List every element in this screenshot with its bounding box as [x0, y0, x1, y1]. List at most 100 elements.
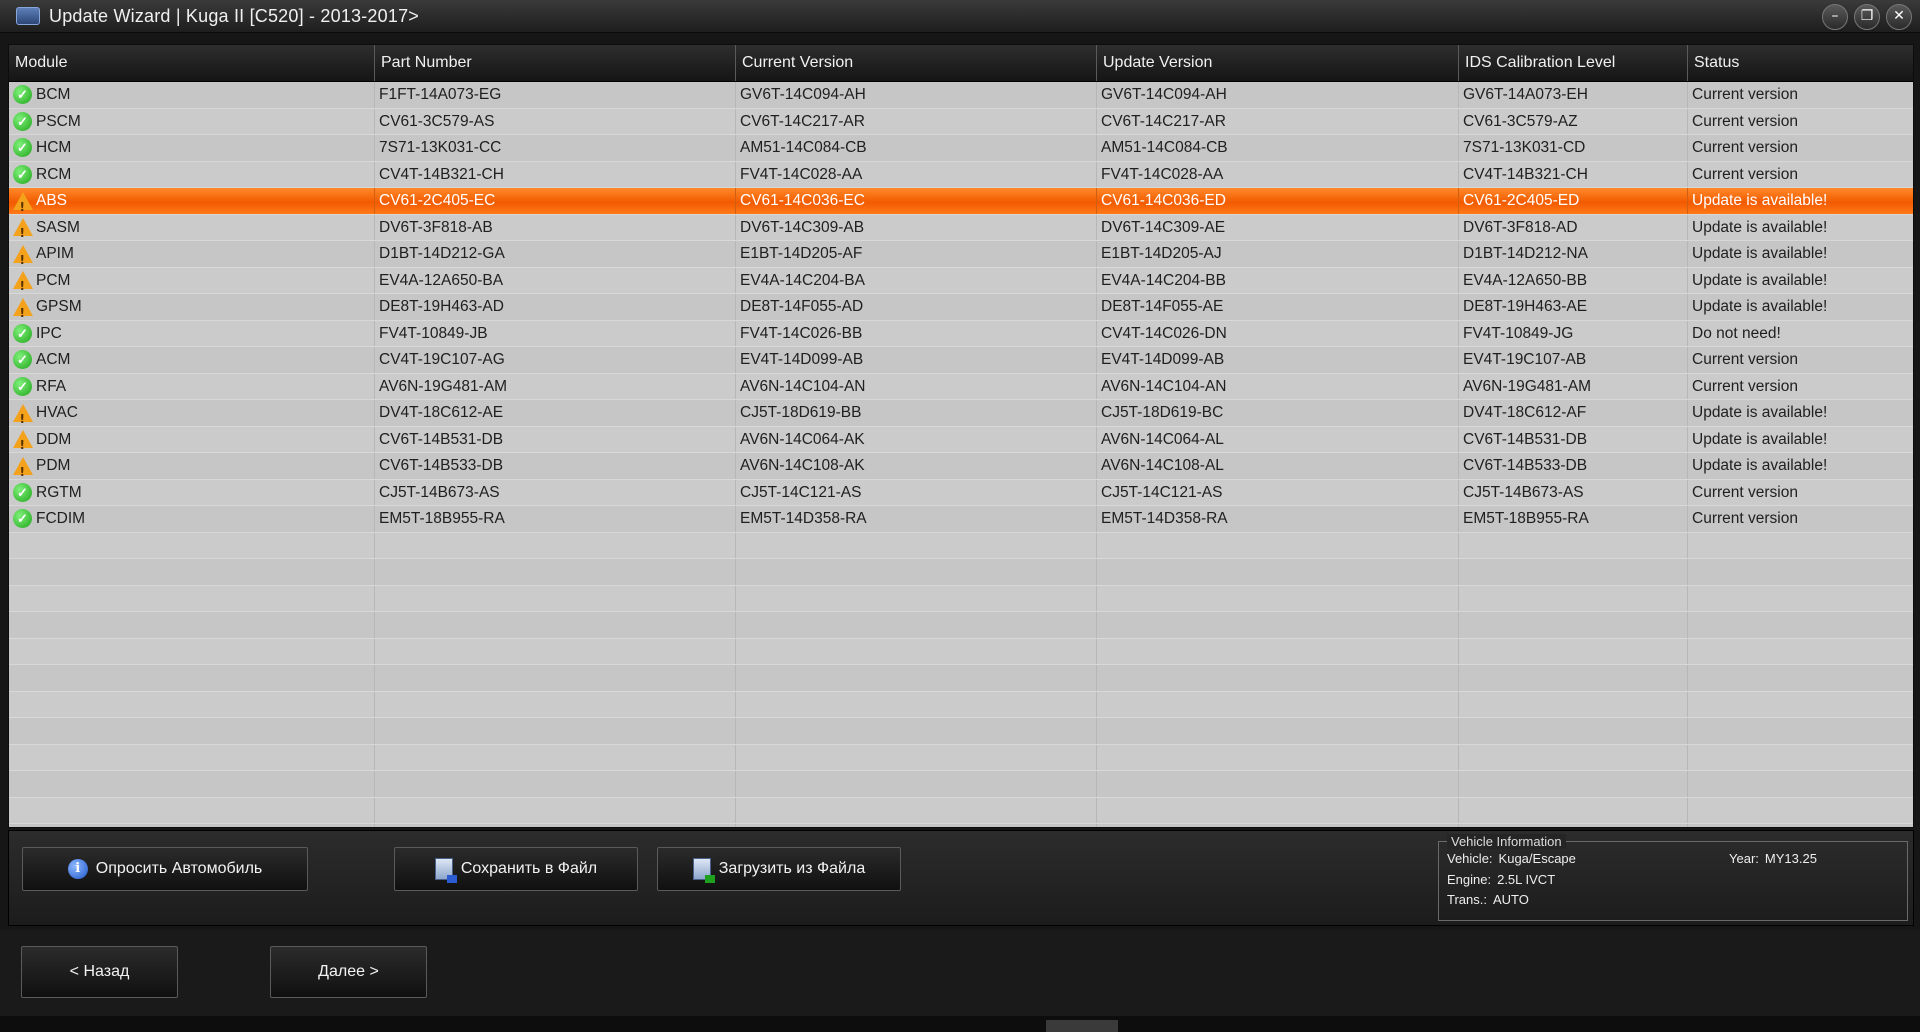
empty-row [9, 824, 1913, 827]
status-cell: Current version [1692, 165, 1798, 183]
update-version-cell: EV4A-14C204-BB [1097, 267, 1459, 293]
empty-cell [1459, 559, 1688, 585]
load-file-icon [692, 858, 715, 883]
empty-cell [1097, 771, 1459, 797]
module-cell: ✓ RCM [9, 161, 375, 187]
empty-cell [736, 665, 1097, 691]
table-row[interactable]: ✓ HCM 7S71-13K031-CC AM51-14C084-CB AM51-14C… [9, 135, 1913, 162]
module-name: GPSM [36, 298, 82, 316]
table-row[interactable]: ✓ RGTM CJ5T-14B673-AS CJ5T-14C121-AS CJ5T-14… [9, 479, 1913, 506]
empty-row [9, 771, 1913, 798]
current-version-cell: E1BT-14D205-AF [736, 241, 1097, 267]
engine-key: Engine: [1447, 872, 1492, 887]
table-row[interactable]: ✓ FCDIM EM5T-18B955-RA EM5T-14D358-RA EM5T-1… [9, 506, 1913, 533]
empty-cell [9, 691, 375, 717]
column-header-part-number[interactable]: Part Number [375, 45, 736, 81]
column-header-update-version[interactable]: Update Version [1097, 45, 1459, 81]
empty-cell [9, 824, 375, 827]
ids-calibration-cell: CV6T-14B531-DB [1459, 426, 1688, 452]
table-row[interactable]: PCM EV4A-12A650-BAEV4A-14C204-BAEV4A-14C2… [9, 267, 1913, 294]
empty-row [9, 532, 1913, 559]
column-header-current-version[interactable]: Current Version [736, 45, 1097, 81]
status-cell: Current version [1692, 510, 1798, 527]
empty-cell [1097, 612, 1459, 638]
poll-vehicle-label: Опросить Автомобиль [95, 860, 263, 877]
empty-cell [1459, 532, 1688, 558]
module-cell: PDM [9, 453, 375, 479]
modules-table: Module Part Number Current Version Updat… [8, 44, 1914, 828]
warning-icon [12, 456, 33, 479]
table-row[interactable]: PDMCV6T-14B533-DBAV6N-14C108-AKAV6N-14C1… [9, 453, 1913, 480]
update-version-cell: AV6N-14C064-AL [1097, 426, 1459, 452]
status-cell: Update is available! [1692, 271, 1828, 289]
table-row[interactable]: ✓ RFA AV6N-19G481-AM AV6N-14C104-AN AV6N-14C… [9, 373, 1913, 400]
year-key: Year: [1729, 851, 1759, 866]
part-number-cell: CJ5T-14B673-AS [375, 479, 736, 505]
column-header-ids-calibration[interactable]: IDS Calibration Level [1459, 45, 1688, 81]
status-cell: Current version [1692, 351, 1798, 368]
part-number-cell: DV4T-18C612-AE [375, 400, 736, 426]
part-number-cell: DV6T-3F818-AB [375, 214, 736, 240]
table-row[interactable]: HVAC DV4T-18C612-AECJ5T-18D619-BBCJ5T-18D… [9, 400, 1913, 427]
part-number-cell: CV4T-14B321-CH [375, 161, 736, 187]
status-cell: Update is available! [1692, 457, 1828, 474]
current-version-cell: CJ5T-18D619-BB [736, 400, 1097, 426]
column-header-status[interactable]: Status [1688, 45, 1913, 81]
status-cell: Current version [1692, 483, 1798, 501]
table-row[interactable]: ✓ RCM CV4T-14B321-CH FV4T-14C028-AA FV4T-14C… [9, 161, 1913, 188]
maximize-button[interactable]: ❐ [1854, 4, 1880, 30]
empty-cell [375, 718, 736, 744]
module-cell: GPSM [9, 294, 375, 320]
empty-cell [375, 612, 736, 638]
empty-cell [9, 559, 375, 585]
table-row[interactable]: DDMCV6T-14B531-DBAV6N-14C064-AKAV6N-14C0… [9, 426, 1913, 453]
warning-icon [12, 271, 33, 293]
update-version-cell: FV4T-14C028-AA [1097, 161, 1459, 187]
table-row[interactable]: ✓ ACM CV4T-19C107-AG EV4T-14D099-AB EV4T-14D… [9, 347, 1913, 374]
module-cell: ✓ RGTM [9, 479, 375, 505]
minimize-button[interactable]: – [1822, 4, 1848, 30]
module-name: RFA [36, 377, 67, 395]
empty-cell [9, 665, 375, 691]
module-cell: ✓ BCM [9, 82, 375, 108]
table-row[interactable]: APIM D1BT-14D212-GAE1BT-14D205-AFE1BT-14D… [9, 241, 1913, 268]
save-to-file-button[interactable]: Сохранить в Файл [394, 847, 638, 891]
empty-cell [375, 638, 736, 664]
status-cell: Update is available! [1692, 245, 1828, 262]
table-row[interactable]: ✓ BCM F1FT-14A073-EG GV6T-14C094-AH GV6T-14C… [9, 82, 1913, 109]
load-from-file-button[interactable]: Загрузить из Файла [657, 847, 901, 891]
taskbar-item[interactable] [1046, 1020, 1118, 1032]
close-button[interactable]: ✕ [1886, 4, 1912, 30]
current-version-cell: AV6N-14C104-AN [736, 373, 1097, 399]
app-icon [16, 7, 40, 25]
next-button[interactable]: Далее > [270, 946, 427, 998]
table-row[interactable]: ✓ IPC FV4T-10849-JB FV4T-14C026-BB CV4T-14C0… [9, 320, 1913, 347]
ids-calibration-cell: EV4T-19C107-AB [1459, 347, 1688, 373]
ids-calibration-cell: FV4T-10849-JG [1459, 320, 1688, 346]
vehicle-line: Vehicle: Kuga/Escape [1447, 851, 1576, 866]
empty-cell [736, 559, 1097, 585]
module-cell: ✓ PSCM [9, 108, 375, 134]
module-name: HVAC [36, 404, 78, 422]
poll-vehicle-button[interactable]: i Опросить Автомобиль [22, 847, 308, 891]
update-version-cell: CJ5T-14C121-AS [1097, 479, 1459, 505]
table-row[interactable]: SASM DV6T-3F818-ABDV6T-14C309-ABDV6T-14C3… [9, 214, 1913, 241]
status-cell: Update is available! [1692, 404, 1828, 421]
module-cell: ✓ HCM [9, 135, 375, 161]
warning-icon [12, 191, 33, 214]
trans-key: Trans.: [1447, 892, 1487, 907]
update-version-cell: AV6N-14C108-AL [1097, 453, 1459, 479]
ids-calibration-cell: CV6T-14B533-DB [1459, 453, 1688, 479]
current-version-cell: EV4A-14C204-BA [736, 267, 1097, 293]
table-row[interactable]: GPSM DE8T-19H463-ADDE8T-14F055-ADDE8T-14F… [9, 294, 1913, 321]
ids-calibration-cell: CJ5T-14B673-AS [1459, 479, 1688, 505]
column-header-module[interactable]: Module [9, 45, 375, 81]
empty-cell [375, 532, 736, 558]
table-row[interactable]: ABS CV61-2C405-ECCV61-14C036-ECCV61-14C03… [9, 188, 1913, 215]
empty-cell [1459, 691, 1688, 717]
empty-row [9, 585, 1913, 612]
table-row[interactable]: ✓ PSCM CV61-3C579-AS CV6T-14C217-AR CV6T-14C… [9, 108, 1913, 135]
part-number-cell: CV6T-14B533-DB [375, 453, 736, 479]
module-name: DDM [36, 430, 72, 448]
back-button[interactable]: < Назад [21, 946, 178, 998]
